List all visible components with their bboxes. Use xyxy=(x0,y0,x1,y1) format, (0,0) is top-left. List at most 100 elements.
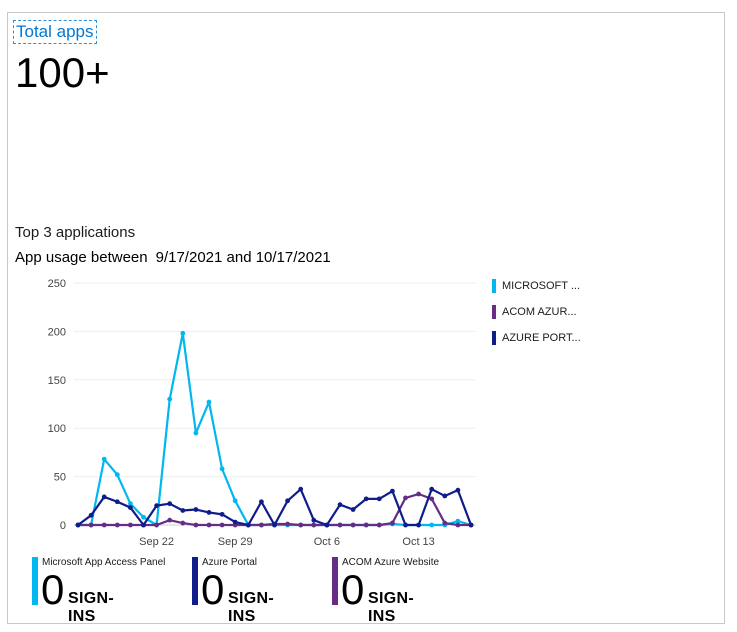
x-tick-label: Sep 29 xyxy=(218,536,253,548)
data-point-2 xyxy=(180,508,186,513)
total-apps-link[interactable]: Total apps xyxy=(13,20,97,44)
data-point-0 xyxy=(114,472,120,478)
data-point-1 xyxy=(259,522,264,528)
data-point-0 xyxy=(193,430,199,436)
stat-bar-azure-portal xyxy=(192,557,198,605)
data-point-1 xyxy=(101,522,107,528)
data-point-0 xyxy=(206,399,212,405)
data-point-2 xyxy=(403,522,408,528)
data-point-0 xyxy=(167,396,173,402)
stat-count-microsoft: 0 xyxy=(41,566,65,613)
data-point-2 xyxy=(154,503,160,509)
data-point-1 xyxy=(416,491,421,497)
data-point-2 xyxy=(298,486,304,492)
legend-label-acom: ACOM AZUR... xyxy=(502,306,577,318)
data-point-2 xyxy=(75,522,81,528)
top-applications-title: Top 3 applications xyxy=(15,224,136,241)
y-tick-label: 150 xyxy=(48,375,66,387)
y-tick-label: 50 xyxy=(54,472,66,484)
data-point-1 xyxy=(114,522,120,528)
data-point-2 xyxy=(429,486,435,492)
data-point-1 xyxy=(219,522,225,528)
data-point-1 xyxy=(128,522,133,528)
data-point-1 xyxy=(350,522,356,528)
data-point-2 xyxy=(206,510,212,515)
stat-unit-microsoft: SIGN-INS xyxy=(68,590,114,625)
legend-swatch-microsoft xyxy=(492,279,496,293)
series-line-2 xyxy=(77,488,473,527)
x-tick-label: Sep 22 xyxy=(139,536,174,548)
data-point-0 xyxy=(141,514,146,520)
data-point-2 xyxy=(350,507,356,512)
data-point-1 xyxy=(455,522,461,528)
data-point-2 xyxy=(337,502,343,508)
data-point-2 xyxy=(101,494,107,500)
data-point-0 xyxy=(180,330,186,336)
data-point-1 xyxy=(88,522,94,528)
data-point-2 xyxy=(219,511,225,517)
y-tick-label: 0 xyxy=(60,520,66,532)
legend-label-azure-portal: AZURE PORT... xyxy=(502,332,581,344)
data-point-1 xyxy=(363,522,369,528)
data-point-1 xyxy=(337,522,343,528)
total-apps-value: 100+ xyxy=(15,49,110,96)
data-point-2 xyxy=(193,507,199,512)
data-point-1 xyxy=(298,522,304,528)
y-tick-label: 100 xyxy=(48,423,66,435)
data-point-2 xyxy=(311,517,317,523)
data-point-2 xyxy=(232,519,238,525)
x-tick-label: Oct 13 xyxy=(402,536,434,548)
legend-item-acom[interactable]: ACOM AZUR... xyxy=(492,303,581,321)
data-point-2 xyxy=(324,522,330,528)
data-point-2 xyxy=(468,522,474,528)
data-point-2 xyxy=(272,522,277,528)
total-apps-card: Total apps 100+ Top 3 applications App u… xyxy=(7,12,725,625)
stat-bar-microsoft xyxy=(32,557,38,605)
legend-swatch-acom xyxy=(492,305,496,319)
data-point-1 xyxy=(206,522,212,528)
data-point-2 xyxy=(167,501,173,507)
data-point-2 xyxy=(442,493,448,499)
sign-in-stats: Microsoft App Access Panel 0 SIGN-INS Az… xyxy=(32,557,712,625)
y-tick-label: 250 xyxy=(48,278,66,290)
data-point-2 xyxy=(455,487,461,493)
data-point-1 xyxy=(390,520,395,526)
y-tick-label: 200 xyxy=(48,326,66,338)
data-point-2 xyxy=(416,522,421,528)
legend-item-azure-portal[interactable]: AZURE PORT... xyxy=(492,329,581,347)
app-usage-line-chart: 0 50 100 150 200 250 Sep 22 Sep 29 Oct 6 Oct 13 xyxy=(48,278,476,548)
app-usage-prefix: App usage between xyxy=(15,249,148,266)
data-point-0 xyxy=(232,498,238,504)
data-point-0 xyxy=(429,522,435,528)
app-usage-title: App usage between 9/17/2021 and 10/17/202… xyxy=(15,249,331,266)
data-point-1 xyxy=(193,522,199,528)
stat-count-azure-portal: 0 xyxy=(201,566,225,613)
data-point-0 xyxy=(101,456,107,462)
data-point-2 xyxy=(259,499,264,505)
data-point-1 xyxy=(429,496,435,502)
data-point-1 xyxy=(180,520,186,526)
data-point-2 xyxy=(114,499,120,505)
data-point-2 xyxy=(88,512,94,518)
legend-item-microsoft[interactable]: MICROSOFT ... xyxy=(492,277,581,295)
data-point-2 xyxy=(285,498,290,504)
data-point-2 xyxy=(245,522,251,528)
legend-label-microsoft: MICROSOFT ... xyxy=(502,280,581,292)
stat-unit-azure-portal: SIGN-INS xyxy=(228,590,274,625)
data-point-2 xyxy=(141,522,146,528)
legend-swatch-azure-portal xyxy=(492,331,496,345)
stat-bar-acom xyxy=(332,557,338,605)
data-point-1 xyxy=(167,517,173,523)
data-point-1 xyxy=(403,495,408,501)
stat-unit-acom: SIGN-INS xyxy=(368,590,414,625)
data-point-1 xyxy=(285,521,290,527)
data-point-2 xyxy=(363,496,369,502)
data-point-0 xyxy=(219,466,225,472)
chart-legend: MICROSOFT ... ACOM AZUR... AZURE PORT... xyxy=(492,277,581,355)
data-point-1 xyxy=(442,520,448,526)
data-point-2 xyxy=(390,488,395,494)
data-point-2 xyxy=(128,505,133,510)
x-tick-label: Oct 6 xyxy=(314,536,340,548)
data-point-2 xyxy=(376,496,382,502)
app-usage-range: 9/17/2021 and 10/17/2021 xyxy=(155,249,331,266)
